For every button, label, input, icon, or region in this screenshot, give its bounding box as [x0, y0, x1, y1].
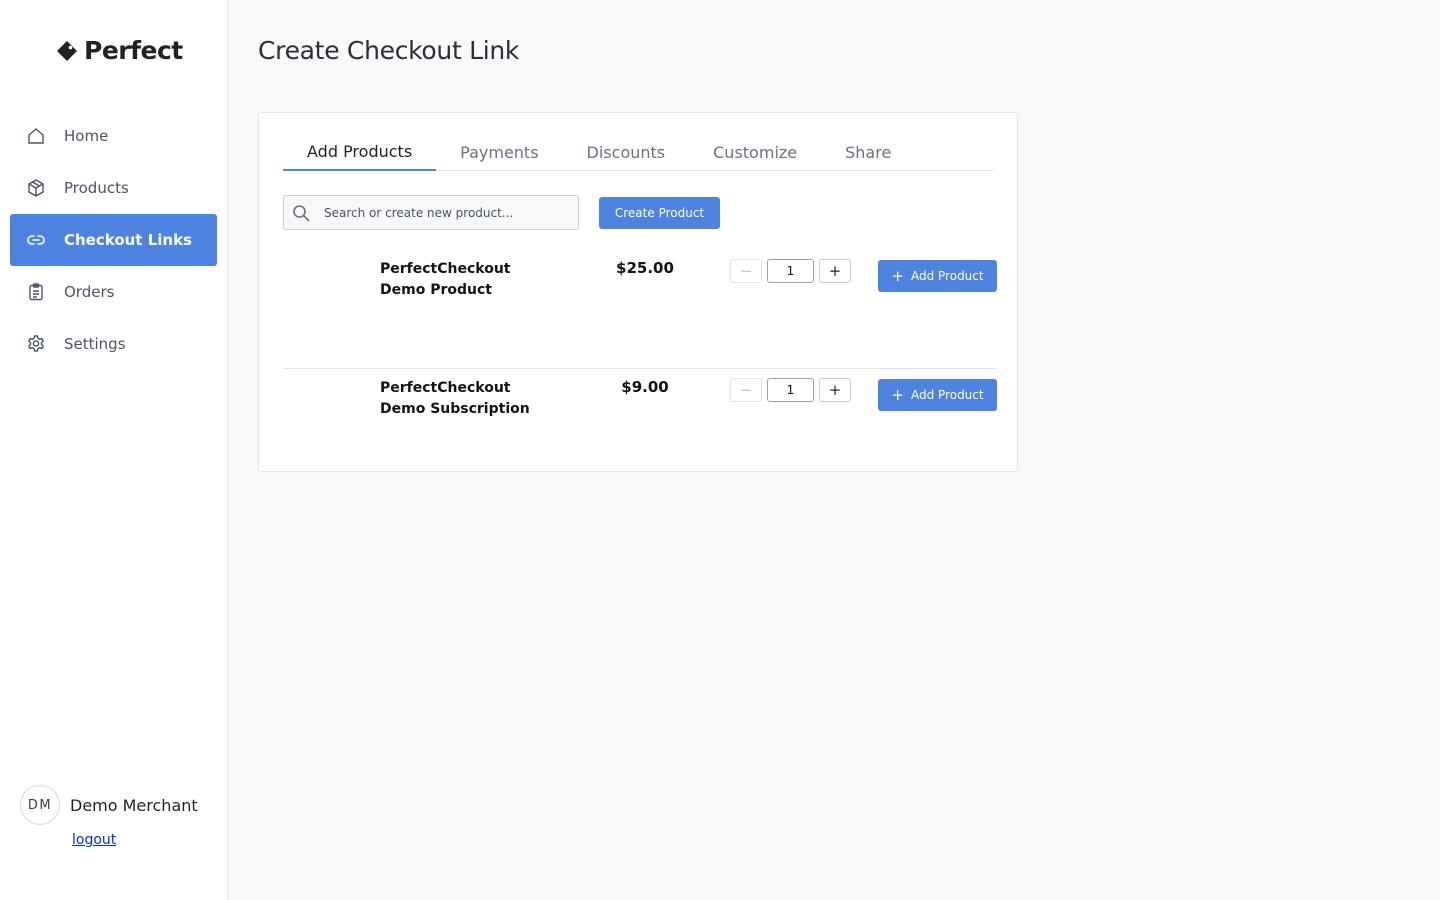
sidebar-item-label: Products — [64, 179, 129, 197]
add-product-button[interactable]: + Add Product — [878, 379, 997, 411]
increment-button[interactable]: + — [819, 259, 851, 283]
sidebar-item-label: Orders — [64, 283, 115, 301]
page-title: Create Checkout Link — [258, 36, 520, 65]
product-row: PerfectCheckout Demo Subscription $9.00 … — [283, 370, 997, 488]
search-input[interactable] — [324, 205, 564, 220]
quantity-input[interactable] — [767, 378, 814, 402]
tab-bar: Add Products Payments Discounts Customiz… — [283, 133, 994, 171]
sidebar-nav: Home Products Checkout Links Orders Sett… — [10, 110, 217, 370]
product-search — [283, 195, 579, 230]
user-name: Demo Merchant — [70, 795, 198, 815]
product-row: PerfectCheckout Demo Product $25.00 − + … — [283, 251, 997, 369]
gear-icon — [28, 335, 44, 352]
sidebar-item-label: Checkout Links — [64, 231, 192, 249]
decrement-button[interactable]: − — [730, 259, 762, 283]
add-product-button[interactable]: + Add Product — [878, 260, 997, 292]
tag-diamond-icon — [57, 40, 77, 61]
plus-icon: + — [891, 266, 904, 285]
brand-name: Perfect — [84, 36, 183, 65]
quantity-stepper: − + — [730, 259, 851, 283]
product-name: PerfectCheckout Demo Subscription — [380, 380, 530, 417]
tab-discounts[interactable]: Discounts — [563, 133, 690, 171]
increment-button[interactable]: + — [819, 378, 851, 402]
tab-share[interactable]: Share — [821, 133, 915, 171]
clipboard-icon — [29, 283, 43, 301]
add-product-label: Add Product — [910, 388, 984, 402]
sidebar-item-settings[interactable]: Settings — [10, 318, 217, 370]
plus-icon: + — [891, 385, 904, 404]
box-icon — [28, 179, 44, 197]
product-price: $9.00 — [621, 378, 669, 396]
tab-payments[interactable]: Payments — [436, 133, 562, 171]
sidebar-item-label: Home — [64, 127, 109, 145]
quantity-input[interactable] — [767, 259, 814, 283]
tab-customize[interactable]: Customize — [689, 133, 821, 171]
brand-logo[interactable]: Perfect — [56, 36, 183, 65]
decrement-button[interactable]: − — [730, 378, 762, 402]
sidebar-item-home[interactable]: Home — [10, 110, 217, 162]
link-icon — [27, 235, 45, 245]
sidebar-item-products[interactable]: Products — [10, 162, 217, 214]
sidebar-item-orders[interactable]: Orders — [10, 266, 217, 318]
sidebar: Perfect Home Products Checkout Links Ord… — [0, 0, 228, 900]
tab-add-products[interactable]: Add Products — [283, 133, 437, 171]
sidebar-item-label: Settings — [64, 335, 126, 353]
avatar: DM — [20, 785, 60, 825]
logout-link[interactable]: logout — [72, 832, 116, 848]
product-name: PerfectCheckout Demo Product — [380, 261, 511, 298]
create-product-button[interactable]: Create Product — [599, 197, 720, 229]
search-icon — [293, 204, 310, 221]
quantity-stepper: − + — [730, 378, 851, 402]
sidebar-item-checkout-links[interactable]: Checkout Links — [10, 214, 217, 266]
product-price: $25.00 — [616, 259, 674, 277]
home-icon — [28, 128, 44, 144]
add-product-label: Add Product — [910, 269, 984, 283]
user-profile: DM Demo Merchant — [20, 785, 198, 825]
checkout-link-card: Add Products Payments Discounts Customiz… — [258, 112, 1018, 472]
